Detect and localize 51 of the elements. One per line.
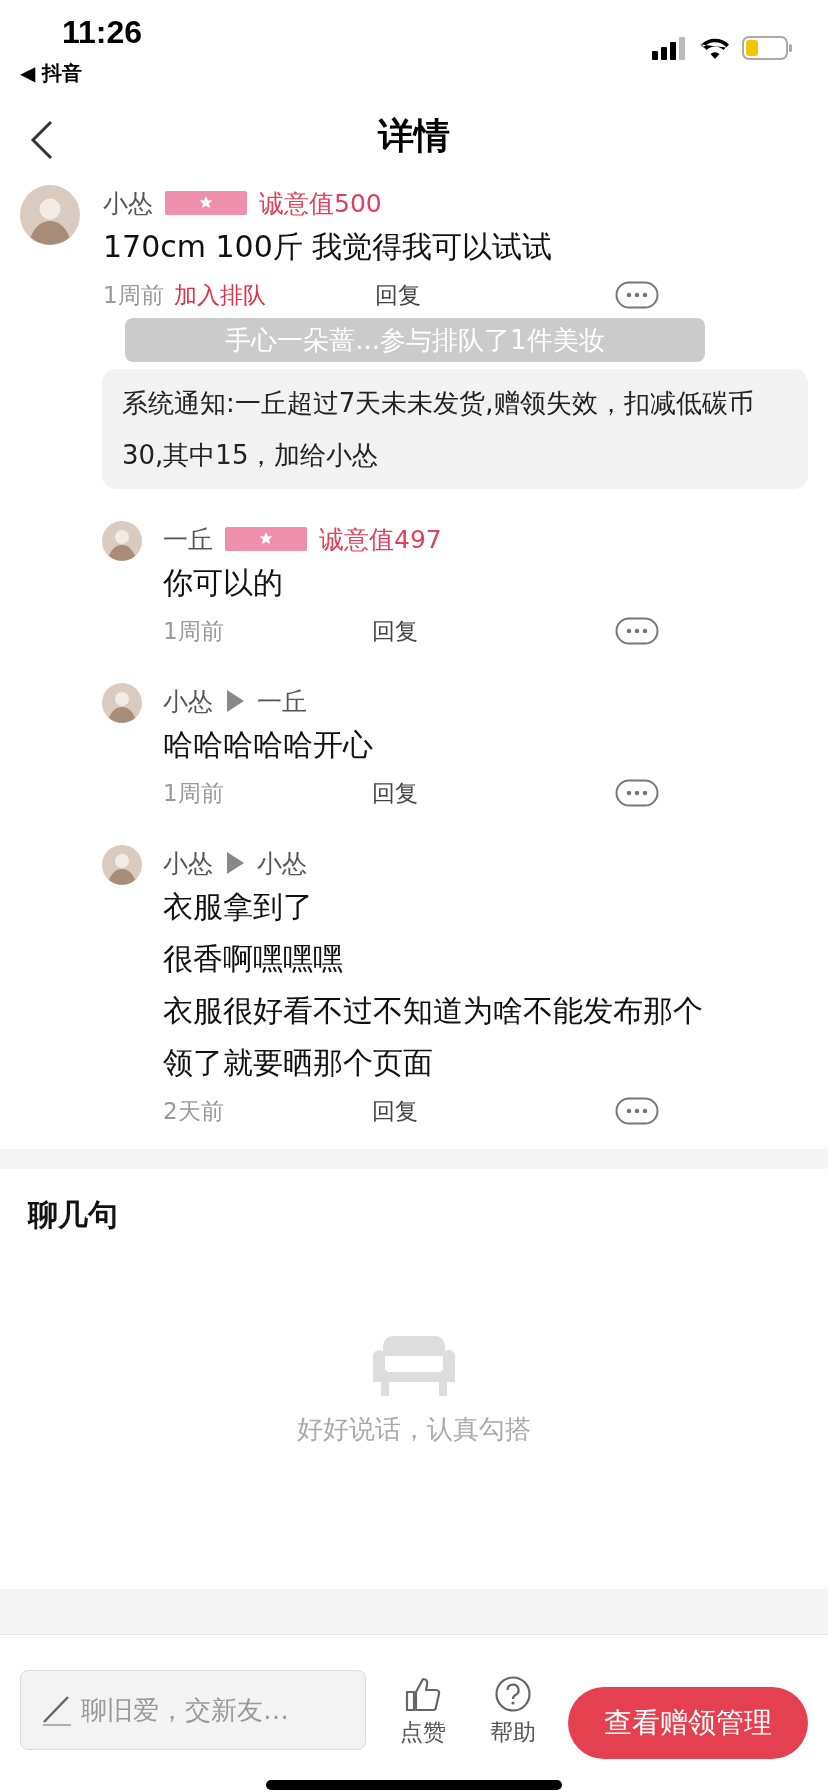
action-label[interactable]: 点赞 [400, 1717, 446, 1748]
avatar-icon [102, 683, 142, 723]
user-name[interactable]: 小怂 [103, 186, 153, 220]
user-name[interactable]: 小怂 [163, 846, 213, 880]
comment-input-field[interactable]: 聊旧爱，交新友… [20, 1670, 366, 1750]
reply-link[interactable]: 回复 [372, 1095, 418, 1127]
user-name[interactable]: 一丘 [257, 684, 307, 718]
reply-link[interactable]: 回复 [372, 777, 418, 809]
clock-time: 11:26 [62, 14, 143, 51]
comment-time: 1周前 [163, 616, 225, 646]
comment-text: 很香啊嘿嘿嘿 [163, 940, 343, 978]
more-icon[interactable] [615, 1097, 659, 1125]
sincerity-value: 诚意值500 [259, 187, 382, 220]
comment-text: 170cm 100斤 我觉得我可以试试 [103, 228, 554, 266]
battery-icon [742, 36, 792, 60]
more-icon[interactable] [615, 779, 659, 807]
user-name[interactable]: 一丘 [163, 522, 213, 556]
comment-text: 衣服拿到了 [163, 888, 313, 926]
more-icon[interactable] [615, 281, 659, 309]
avatar-icon [20, 185, 80, 245]
thumbs-up-icon [404, 1675, 442, 1713]
more-icon[interactable] [615, 617, 659, 645]
wifi-icon [700, 37, 730, 59]
join-queue-link[interactable]: 加入排队 [173, 281, 266, 308]
signal-icon [652, 36, 688, 60]
reply-arrow-icon [225, 851, 245, 875]
reply-link[interactable]: 回复 [375, 279, 421, 311]
avatar-icon [102, 521, 142, 561]
help-icon [494, 1675, 532, 1713]
avatar-icon [102, 845, 142, 885]
pen-icon [42, 1694, 72, 1726]
sincerity-value: 诚意值497 [319, 523, 442, 556]
comment-time: 2天前 [163, 1096, 225, 1126]
back-icon[interactable] [30, 120, 54, 160]
gift-management-button[interactable]: 查看赠领管理 [568, 1687, 808, 1759]
reply-arrow-icon [225, 689, 245, 713]
comment-time: 1周前 [103, 281, 164, 308]
comment-text: 哈哈哈哈哈开心 [163, 726, 373, 764]
empty-hint: 好好说话，认真勾搭 [297, 1413, 531, 1446]
section-title: 聊几句 [28, 1196, 118, 1234]
action-label[interactable]: 帮助 [490, 1717, 536, 1748]
comment-text: 你可以的 [163, 564, 283, 602]
system-notice: 系统通知:一丘超过7天未未发货,赠领失效，扣减低碳币30,其中15，加给小怂 [102, 369, 808, 489]
user-name[interactable]: 小怂 [163, 684, 213, 718]
page-title: 详情 [378, 114, 450, 158]
user-name[interactable]: 小怂 [257, 846, 307, 880]
comment-text: 衣服很好看不过不知道为啥不能发布那个 [163, 992, 703, 1030]
back-to-app-link[interactable]: ◀ 抖音 [20, 60, 83, 87]
comment-text: 领了就要晒那个页面 [163, 1044, 433, 1082]
reply-link[interactable]: 回复 [372, 615, 418, 647]
comment-time: 1周前 [163, 778, 225, 808]
